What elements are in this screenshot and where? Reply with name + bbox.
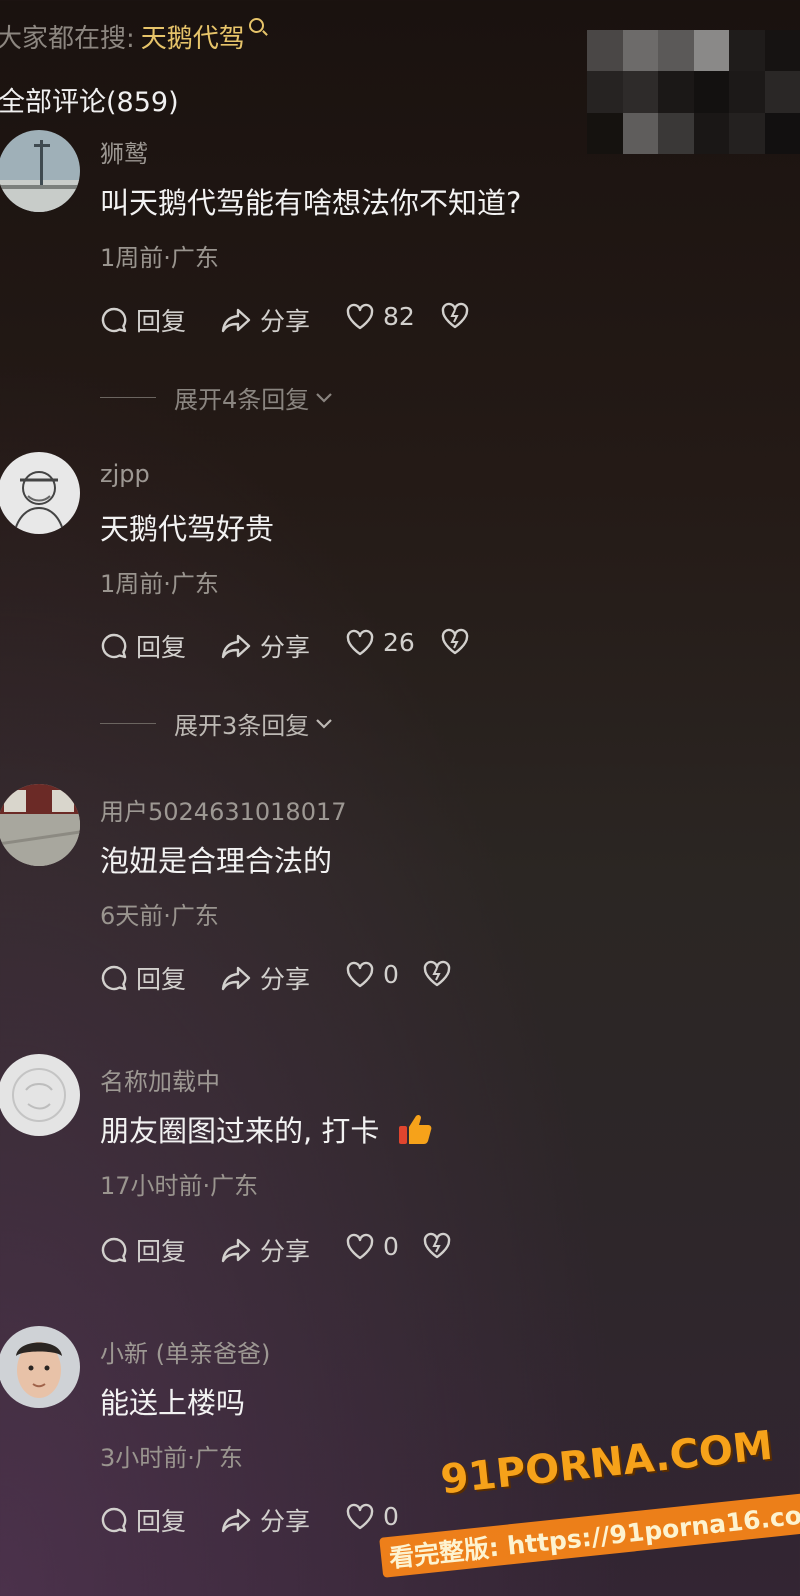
reply-label: 回复 <box>136 1507 187 1536</box>
avatar[interactable] <box>0 784 80 866</box>
share-button[interactable]: 分享 <box>220 302 310 338</box>
reply-button[interactable]: 回复 <box>100 960 186 996</box>
reply-label: 回复 <box>136 1237 187 1266</box>
expand-replies-button[interactable]: 展开4条回复 <box>100 380 333 415</box>
like-button[interactable]: 0 <box>345 960 399 989</box>
share-button[interactable]: 分享 <box>220 960 310 996</box>
share-label: 分享 <box>260 307 311 336</box>
comment-text: 泡妞是合理合法的 <box>100 844 333 878</box>
share-arrow-icon <box>221 1238 251 1263</box>
like-button[interactable]: 82 <box>345 302 415 331</box>
chevron-down-icon <box>316 718 333 729</box>
comment-username[interactable]: 名称加载中 <box>100 1062 220 1097</box>
dislike-button[interactable] <box>422 1232 460 1260</box>
comment-text-body: 朋友圈图过来的, 打卡 <box>100 1114 380 1148</box>
comment-count-title: 全部评论(859) <box>0 87 179 118</box>
expand-replies-label: 展开4条回复 <box>174 386 310 414</box>
share-button[interactable]: 分享 <box>220 1502 310 1538</box>
comment-username[interactable]: 用户5024631018017 <box>100 792 347 827</box>
share-arrow-icon <box>221 966 251 991</box>
comment-text: 天鹅代驾好贵 <box>100 512 275 546</box>
avatar[interactable] <box>0 1326 80 1408</box>
pixelated-censor-block <box>587 30 800 154</box>
reply-button[interactable]: 回复 <box>100 1502 186 1538</box>
like-count: 82 <box>383 302 415 331</box>
heart-icon <box>346 961 374 987</box>
chat-bubble-icon <box>101 965 127 991</box>
heart-icon <box>346 303 374 329</box>
heart-icon <box>346 629 374 655</box>
reply-label: 回复 <box>136 633 187 662</box>
comment-text: 叫天鹅代驾能有啥想法你不知道? <box>100 186 522 220</box>
watermark-overlay: 91PORNA.COM 看完整版: https://91porna16.com <box>379 1423 800 1590</box>
dislike-button[interactable] <box>440 628 478 656</box>
chevron-down-icon <box>316 392 333 403</box>
like-button[interactable]: 0 <box>345 1232 399 1261</box>
comment-meta: 3小时前·广东 <box>100 1444 243 1472</box>
expand-replies-button[interactable]: 展开3条回复 <box>100 706 333 741</box>
avatar[interactable] <box>0 130 80 212</box>
share-button[interactable]: 分享 <box>220 1232 310 1268</box>
search-suggestion-keyword[interactable]: 天鹅代驾 <box>141 24 245 54</box>
broken-heart-icon <box>423 1232 451 1259</box>
reply-label: 回复 <box>136 307 187 336</box>
reply-button[interactable]: 回复 <box>100 1232 186 1268</box>
broken-heart-icon <box>423 960 451 987</box>
chat-bubble-icon <box>101 1237 127 1263</box>
reply-button[interactable]: 回复 <box>100 628 186 664</box>
like-count: 0 <box>383 960 399 989</box>
comment-meta: 1周前·广东 <box>100 244 219 272</box>
share-label: 分享 <box>260 1237 311 1266</box>
share-arrow-icon <box>221 308 251 333</box>
heart-icon <box>346 1503 374 1529</box>
like-count: 26 <box>383 628 415 657</box>
search-icon <box>248 18 264 33</box>
avatar[interactable] <box>0 1054 80 1136</box>
comment-username[interactable]: zjpp <box>100 460 150 488</box>
divider-line <box>100 397 156 398</box>
reply-button[interactable]: 回复 <box>100 302 186 338</box>
share-arrow-icon <box>221 634 251 659</box>
watermark-brand: 91PORNA.COM <box>438 1422 775 1504</box>
comment-meta: 17小时前·广东 <box>100 1172 259 1200</box>
dislike-button[interactable] <box>440 302 478 330</box>
avatar[interactable] <box>0 452 80 534</box>
search-suggestion-prefix: 大家都在搜: <box>0 24 135 54</box>
heart-icon <box>346 1233 374 1259</box>
divider-line <box>100 723 156 724</box>
like-count: 0 <box>383 1232 399 1261</box>
broken-heart-icon <box>441 302 469 329</box>
search-suggestion[interactable]: 大家都在搜: 天鹅代驾 <box>0 18 264 55</box>
expand-replies-label: 展开3条回复 <box>174 712 310 740</box>
share-label: 分享 <box>260 633 311 662</box>
comment-text: 朋友圈图过来的, 打卡 <box>100 1108 433 1150</box>
chat-bubble-icon <box>101 1507 127 1533</box>
comment-meta: 6天前·广东 <box>100 902 219 930</box>
share-label: 分享 <box>260 965 311 994</box>
share-button[interactable]: 分享 <box>220 628 310 664</box>
comment-text: 能送上楼吗 <box>100 1386 246 1420</box>
broken-heart-icon <box>441 628 469 655</box>
reply-label: 回复 <box>136 965 187 994</box>
comment-meta: 1周前·广东 <box>100 570 219 598</box>
watermark-url: 看完整版: https://91porna16.com <box>379 1490 800 1578</box>
chat-bubble-icon <box>101 307 127 333</box>
chat-bubble-icon <box>101 633 127 659</box>
comment-username[interactable]: 狮鹫 <box>100 134 148 169</box>
thumbs-up-emoji-icon <box>398 1114 432 1144</box>
share-arrow-icon <box>221 1508 251 1533</box>
like-button[interactable]: 26 <box>345 628 415 657</box>
share-label: 分享 <box>260 1507 311 1536</box>
comment-username[interactable]: 小新 (单亲爸爸) <box>100 1334 270 1369</box>
dislike-button[interactable] <box>422 960 460 988</box>
